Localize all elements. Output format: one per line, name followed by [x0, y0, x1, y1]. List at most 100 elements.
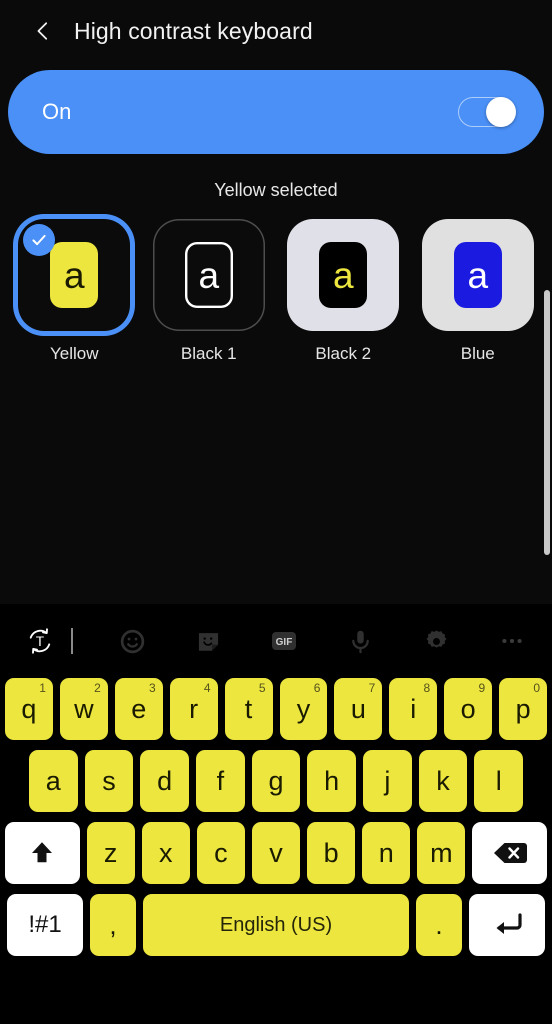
key-o[interactable]: 9 o	[444, 678, 493, 740]
key-m[interactable]: m	[417, 822, 466, 884]
toggle-state-label: On	[42, 99, 72, 124]
theme-key-preview: a	[319, 242, 368, 308]
gif-icon[interactable]: GIF	[262, 619, 306, 663]
key-number-hint: 7	[368, 681, 376, 695]
key-label: e	[131, 693, 147, 724]
key-number-hint: 6	[313, 681, 321, 695]
key-q[interactable]: 1 q	[4, 678, 53, 740]
app-header: High contrast keyboard	[0, 0, 552, 62]
key-d[interactable]: d	[140, 750, 189, 812]
key-x[interactable]: x	[141, 822, 190, 884]
settings-gear-icon[interactable]	[414, 619, 458, 663]
toggle-switch[interactable]	[458, 97, 516, 127]
theme-swatch-yellow[interactable]: a	[18, 219, 131, 331]
emoji-icon[interactable]	[110, 619, 154, 663]
key-number-hint: 4	[203, 681, 211, 695]
key-number-hint: 1	[39, 681, 46, 695]
theme-label: Black 2	[315, 344, 372, 363]
key-label: q	[21, 693, 37, 724]
keyboard-row-3: z x c v b n m	[5, 822, 548, 884]
theme-swatch-black-2[interactable]: a	[287, 219, 400, 331]
key-n[interactable]: n	[362, 822, 411, 884]
microphone-icon[interactable]	[338, 619, 382, 663]
key-l[interactable]: l	[474, 750, 524, 812]
backspace-icon	[493, 843, 527, 863]
symbols-key[interactable]: !#1	[7, 894, 83, 956]
theme-swatch-blue[interactable]: a	[421, 219, 534, 331]
key-number-hint: 9	[478, 681, 486, 695]
selected-check-badge	[23, 224, 56, 256]
comma-key[interactable]: ,	[90, 894, 136, 956]
sticker-icon[interactable]	[186, 619, 230, 663]
translate-icon[interactable]: T	[18, 619, 62, 663]
shift-arrow-icon	[32, 842, 53, 863]
theme-option-black-1[interactable]: a Black 1	[147, 219, 272, 364]
theme-label: Black 1	[180, 344, 237, 363]
svg-text:GIF: GIF	[276, 637, 293, 648]
on-screen-keyboard: T GIF 1 q 2 w 3 e 4 r 5 t 6 y 7 u 8 i 9 …	[0, 604, 552, 1024]
emoji-glyph	[120, 629, 144, 653]
key-c[interactable]: c	[196, 822, 245, 884]
theme-key-preview: a	[50, 242, 99, 308]
enter-key[interactable]	[469, 894, 545, 956]
key-u[interactable]: 7 u	[334, 678, 383, 740]
key-y[interactable]: 6 y	[279, 678, 328, 740]
keyboard-row-4: !#1 , English (US) .	[5, 894, 547, 956]
key-s[interactable]: s	[84, 750, 134, 812]
key-number-hint: 3	[149, 681, 156, 695]
toggle-knob	[486, 97, 516, 127]
key-z[interactable]: z	[86, 822, 135, 884]
key-p[interactable]: 0 p	[499, 678, 548, 740]
theme-swatch-black-1[interactable]: a	[152, 219, 265, 331]
key-k[interactable]: k	[418, 750, 468, 812]
back-button[interactable]	[26, 14, 60, 48]
theme-option-blue[interactable]: a Blue	[416, 219, 541, 364]
key-label: y	[296, 693, 311, 724]
high-contrast-keyboard-toggle-card[interactable]: On	[8, 70, 544, 154]
more-options-icon[interactable]	[490, 619, 534, 663]
key-w[interactable]: 2 w	[59, 678, 108, 740]
selected-theme-status: Yellow selected	[214, 180, 338, 200]
sticker-glyph	[198, 632, 218, 651]
key-e[interactable]: 3 e	[114, 678, 163, 740]
more-dots-glyph	[502, 638, 522, 644]
theme-option-yellow[interactable]: a Yellow	[12, 219, 137, 364]
toolbar-divider	[71, 628, 73, 654]
screen-root: High contrast keyboard On Yellow selecte…	[0, 0, 552, 1024]
theme-label: Yellow	[49, 344, 99, 363]
key-b[interactable]: b	[307, 822, 356, 884]
key-number-hint: 2	[94, 681, 101, 695]
vertical-scrollbar[interactable]	[544, 290, 550, 555]
key-v[interactable]: v	[251, 822, 301, 884]
theme-key-preview: a	[184, 242, 233, 308]
key-t[interactable]: 5 t	[224, 678, 273, 740]
theme-list: a Yellow a Black 1 a Black 2 a Blue	[0, 201, 552, 364]
keyboard-rows: 1 q 2 w 3 e 4 r 5 t 6 y 7 u 8 i 9 o 0 p …	[0, 678, 552, 956]
chevron-left-icon	[37, 22, 48, 40]
key-a[interactable]: a	[28, 750, 78, 812]
key-label: u	[350, 693, 366, 724]
key-j[interactable]: j	[363, 750, 412, 812]
key-g[interactable]: g	[251, 750, 301, 812]
key-r[interactable]: 4 r	[169, 678, 218, 740]
key-f[interactable]: f	[196, 750, 245, 812]
space-key[interactable]: English (US)	[143, 894, 409, 956]
microphone-glyph	[351, 630, 369, 653]
key-label: i	[410, 693, 417, 724]
backspace-key[interactable]	[472, 822, 548, 884]
shift-key[interactable]	[5, 822, 80, 884]
key-label: p	[515, 693, 531, 724]
key-number-hint: 5	[258, 681, 266, 695]
gif-glyph: GIF	[272, 632, 296, 650]
key-i[interactable]: 8 i	[389, 678, 438, 740]
gear-glyph	[425, 629, 447, 648]
theme-label: Blue	[460, 344, 495, 363]
period-key[interactable]: .	[416, 894, 462, 956]
theme-option-black-2[interactable]: a Black 2	[281, 219, 406, 364]
keyboard-row-2: a s d f g h j k l	[5, 750, 547, 812]
theme-key-preview: a	[453, 242, 502, 308]
key-h[interactable]: h	[307, 750, 357, 812]
key-label: o	[460, 693, 476, 724]
key-label: t	[244, 693, 253, 724]
key-number-hint: 0	[533, 681, 541, 695]
